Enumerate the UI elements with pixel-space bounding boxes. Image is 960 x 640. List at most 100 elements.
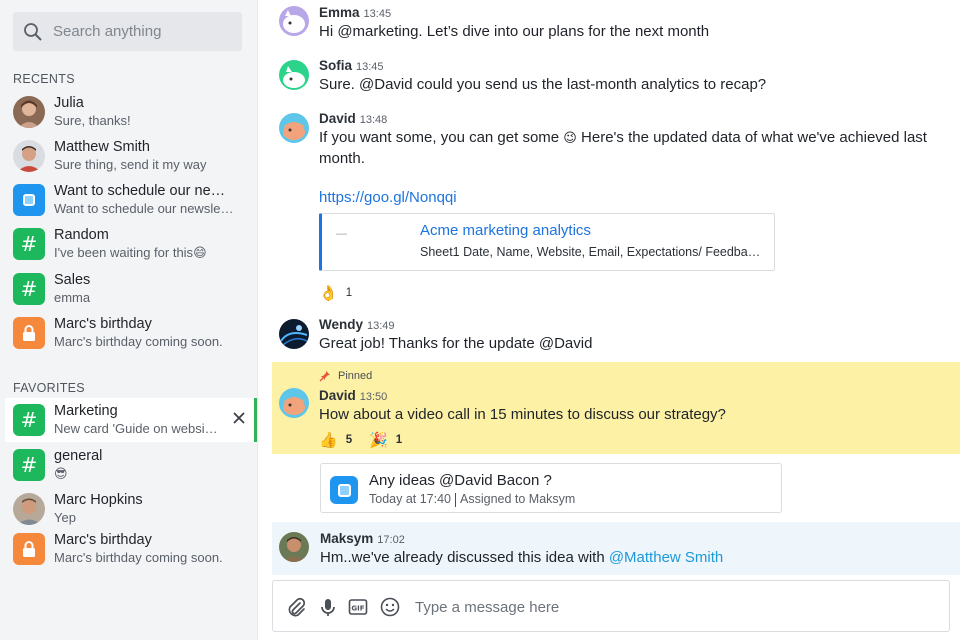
message-author[interactable]: Emma [319,5,360,20]
message-author[interactable]: David [319,388,356,403]
message-time: 13:48 [359,114,388,126]
search-input[interactable] [53,23,233,40]
party-popper-emoji-icon: 🎉 [369,432,388,449]
room-last-message: Want to schedule our newslet... [54,201,234,216]
highlighted-message: Maksym 17:02 Hm..we've already discussed … [272,522,960,575]
pinned-message: Pinned David 13:50 How about a video call… [272,362,960,454]
avatar [279,388,309,418]
hash-icon: # [13,228,45,260]
room-marketing[interactable]: # Marketing New card 'Guide on website o… [5,398,257,442]
room-last-message: Sure thing, send it my way [54,157,207,172]
message-time: 13:45 [363,8,392,20]
avatar [279,60,309,90]
message-text: Sure. @David could you send us the last-… [319,76,767,93]
pinned-label: Pinned [319,370,372,382]
microphone-icon[interactable] [317,596,339,618]
sidebar: RECENTS Julia Sure, thanks! Matthew Smit… [0,0,258,640]
reaction-party[interactable]: 🎉 1 [369,431,402,449]
task-icon [13,184,45,216]
svg-text:GIF: GIF [351,605,364,613]
room-last-message: Yep [54,510,76,525]
room-marcs-birthday[interactable]: Marc's birthday Marc's birthday coming s… [5,311,257,355]
gif-icon[interactable]: GIF [347,596,369,618]
message-text: Hm..we've already discussed this idea wi… [320,549,724,566]
message-link[interactable]: https://goo.gl/Nonqqi [319,189,457,206]
message-text: Great job! Thanks for the update @David [319,335,593,352]
preview-title[interactable]: Acme marketing analytics [420,222,591,239]
avatar [13,96,45,128]
room-julia[interactable]: Julia Sure, thanks! [5,90,257,134]
room-newsletter-task[interactable]: Want to schedule our newsl... Want to sc… [5,178,257,222]
room-name: Marc's birthday [54,316,152,332]
room-matthew-smith[interactable]: Matthew Smith Sure thing, send it my way [5,134,257,178]
task-icon [330,476,358,504]
reaction-count: 5 [345,434,353,446]
room-marcs-birthday-fav[interactable]: Marc's birthday Marc's birthday coming s… [5,527,257,571]
room-random[interactable]: # Random I've been waiting for this😄 [5,222,257,266]
avatar [279,319,309,349]
room-name: Want to schedule our newsl... [54,183,234,199]
hash-icon: # [13,449,45,481]
search-box[interactable] [13,12,242,51]
message-text: How about a video call in 15 minutes to … [319,406,726,423]
reaction-count: 1 [395,434,403,446]
close-icon[interactable] [231,410,247,426]
task-assignee: Assigned to Maksym [460,492,576,506]
reaction-count: 1 [345,287,353,299]
room-general[interactable]: # general 😎 [5,443,257,487]
task-meta: Today at 17:40 Assigned to Maksym [369,492,575,507]
hash-icon: # [13,273,45,305]
room-name: Random [54,227,109,243]
preview-thumbnail: — [336,228,347,240]
avatar [279,113,309,143]
avatar [279,532,309,562]
message-composer: GIF [272,580,950,632]
grin-emoji-icon: 😄 [193,245,207,260]
message-author[interactable]: Sofia [319,58,352,73]
room-name: Julia [54,95,84,111]
room-marc-hopkins[interactable]: Marc Hopkins Yep [5,487,257,531]
avatar [13,140,45,172]
message-author[interactable]: Maksym [320,531,373,546]
favorites-heading: FAVORITES [13,381,85,395]
preview-description: Sheet1 Date, Name, Website, Email, Expec… [420,245,765,259]
chat-panel: Emma 13:45 Hi @marketing. Let’s dive into… [258,0,960,640]
room-name: Marc's birthday [54,532,152,548]
room-name: general [54,448,103,464]
message-author[interactable]: Wendy [319,317,363,332]
room-last-message: emma [54,290,91,305]
room-last-message: I've been waiting for this😄 [54,245,207,260]
ok-hand-emoji-icon: 👌 [319,285,338,302]
lock-icon [13,317,45,349]
thumbs-up-emoji-icon: 👍 [319,432,338,449]
room-last-message: Marc's birthday coming soon. [54,550,223,565]
lock-icon [13,533,45,565]
message-text: If you want some, you can get some 😉 Her… [319,129,927,167]
message-author[interactable]: David [319,111,356,126]
avatar [279,6,309,36]
room-name: Marc Hopkins [54,492,143,508]
message-text: Hi @marketing. Let’s dive into our plans… [319,23,710,40]
task-title: Any ideas @David Bacon ? [369,472,552,489]
room-last-message: Sure, thanks! [54,113,131,128]
recents-heading: RECENTS [13,72,75,86]
reaction-ok[interactable]: 👌 1 [319,284,352,302]
reaction-thumbs-up[interactable]: 👍 5 [319,431,352,449]
message-time: 17:02 [377,534,405,546]
wink-emoji-icon: 😉 [563,130,577,145]
link-preview-card[interactable]: — Acme marketing analytics Sheet1 Date, … [319,213,775,271]
sunglasses-emoji-icon: 😎 [54,466,68,481]
search-icon [24,22,42,41]
room-sales[interactable]: # Sales emma [5,267,257,311]
avatar [13,493,45,525]
hash-icon: # [13,404,45,436]
user-mention[interactable]: @Matthew Smith [609,549,723,566]
room-last-message: New card 'Guide on website o... [54,421,219,436]
message-input[interactable] [415,595,915,619]
message-time: 13:45 [356,61,384,73]
room-name: Matthew Smith [54,139,150,155]
paperclip-icon[interactable] [285,596,307,618]
room-name: Marketing [54,403,118,419]
task-card[interactable]: Any ideas @David Bacon ? Today at 17:40 A… [320,463,782,513]
emoji-icon[interactable] [379,596,401,618]
